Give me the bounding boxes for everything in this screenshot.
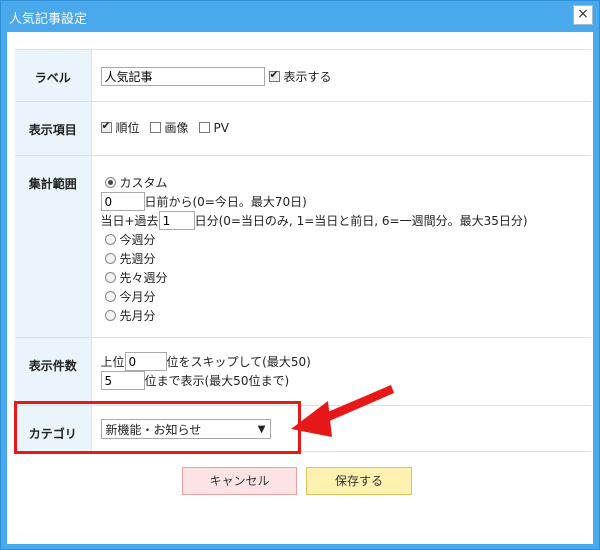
last-week-label: 先週分 <box>119 252 156 266</box>
show-count-text: 位まで表示(最大50位まで) <box>144 374 290 388</box>
pv-label: PV <box>213 120 229 135</box>
cancel-button[interactable]: キャンセル <box>182 467 297 495</box>
label-row: ラベル 表示する <box>15 49 591 102</box>
label-header: ラベル <box>15 49 92 102</box>
close-icon[interactable]: × <box>573 5 593 25</box>
days-input[interactable] <box>158 211 195 230</box>
this-week-radio[interactable] <box>104 234 116 245</box>
this-month-radio[interactable] <box>104 291 116 302</box>
items-header: 表示項目 <box>15 101 92 156</box>
skip-input[interactable] <box>124 352 167 371</box>
image-checkbox[interactable] <box>149 122 161 133</box>
annotation-arrow-icon <box>291 385 394 437</box>
last-month-label: 先月分 <box>119 309 156 323</box>
dialog-window: 人気記事設定 × ラベル 表示する 表示項目 <box>0 0 600 550</box>
show-count-input[interactable] <box>100 371 145 390</box>
count-header: 表示件数 <box>15 337 92 406</box>
show-label: 表示する <box>283 70 332 84</box>
items-row: 表示項目 順位 画像 PV <box>15 101 591 156</box>
image-label: 画像 <box>164 121 189 135</box>
custom-label: カスタム <box>119 176 168 190</box>
last-week-radio[interactable] <box>104 253 116 264</box>
days-before-input[interactable] <box>100 192 145 211</box>
rank-label: 順位 <box>115 121 140 135</box>
range-header: 集計範囲 <box>15 155 92 338</box>
days-before-text: 日前から(0=今日。最大70日) <box>144 195 307 209</box>
rank-checkbox[interactable] <box>100 119 112 133</box>
top-label: 上位 <box>100 355 125 369</box>
range-row: 集計範囲 カスタム 日前から(0=今日。最大70日) 当日+過去 日分(0=当日… <box>15 155 591 338</box>
label-input[interactable] <box>100 67 265 86</box>
save-button[interactable]: 保存する <box>306 467 412 495</box>
this-month-label: 今月分 <box>119 290 156 304</box>
days-text: 日分(0=当日のみ, 1=当日と前日, 6=一週間分。最大35日分) <box>194 214 528 228</box>
title-bar: 人気記事設定 × <box>1 1 599 31</box>
dialog-content: ラベル 表示する 表示項目 順位 画像 <box>7 32 593 544</box>
show-checkbox[interactable] <box>268 68 280 82</box>
custom-radio[interactable] <box>104 177 116 188</box>
week-before-last-radio[interactable] <box>104 272 116 283</box>
dialog-title: 人気記事設定 <box>9 12 88 27</box>
last-month-radio[interactable] <box>104 310 116 321</box>
pv-checkbox[interactable] <box>198 122 210 133</box>
week-before-last-label: 先々週分 <box>119 271 168 285</box>
category-highlight-box <box>14 401 301 454</box>
this-week-label: 今週分 <box>119 233 156 247</box>
today-past-label: 当日+過去 <box>100 214 159 228</box>
